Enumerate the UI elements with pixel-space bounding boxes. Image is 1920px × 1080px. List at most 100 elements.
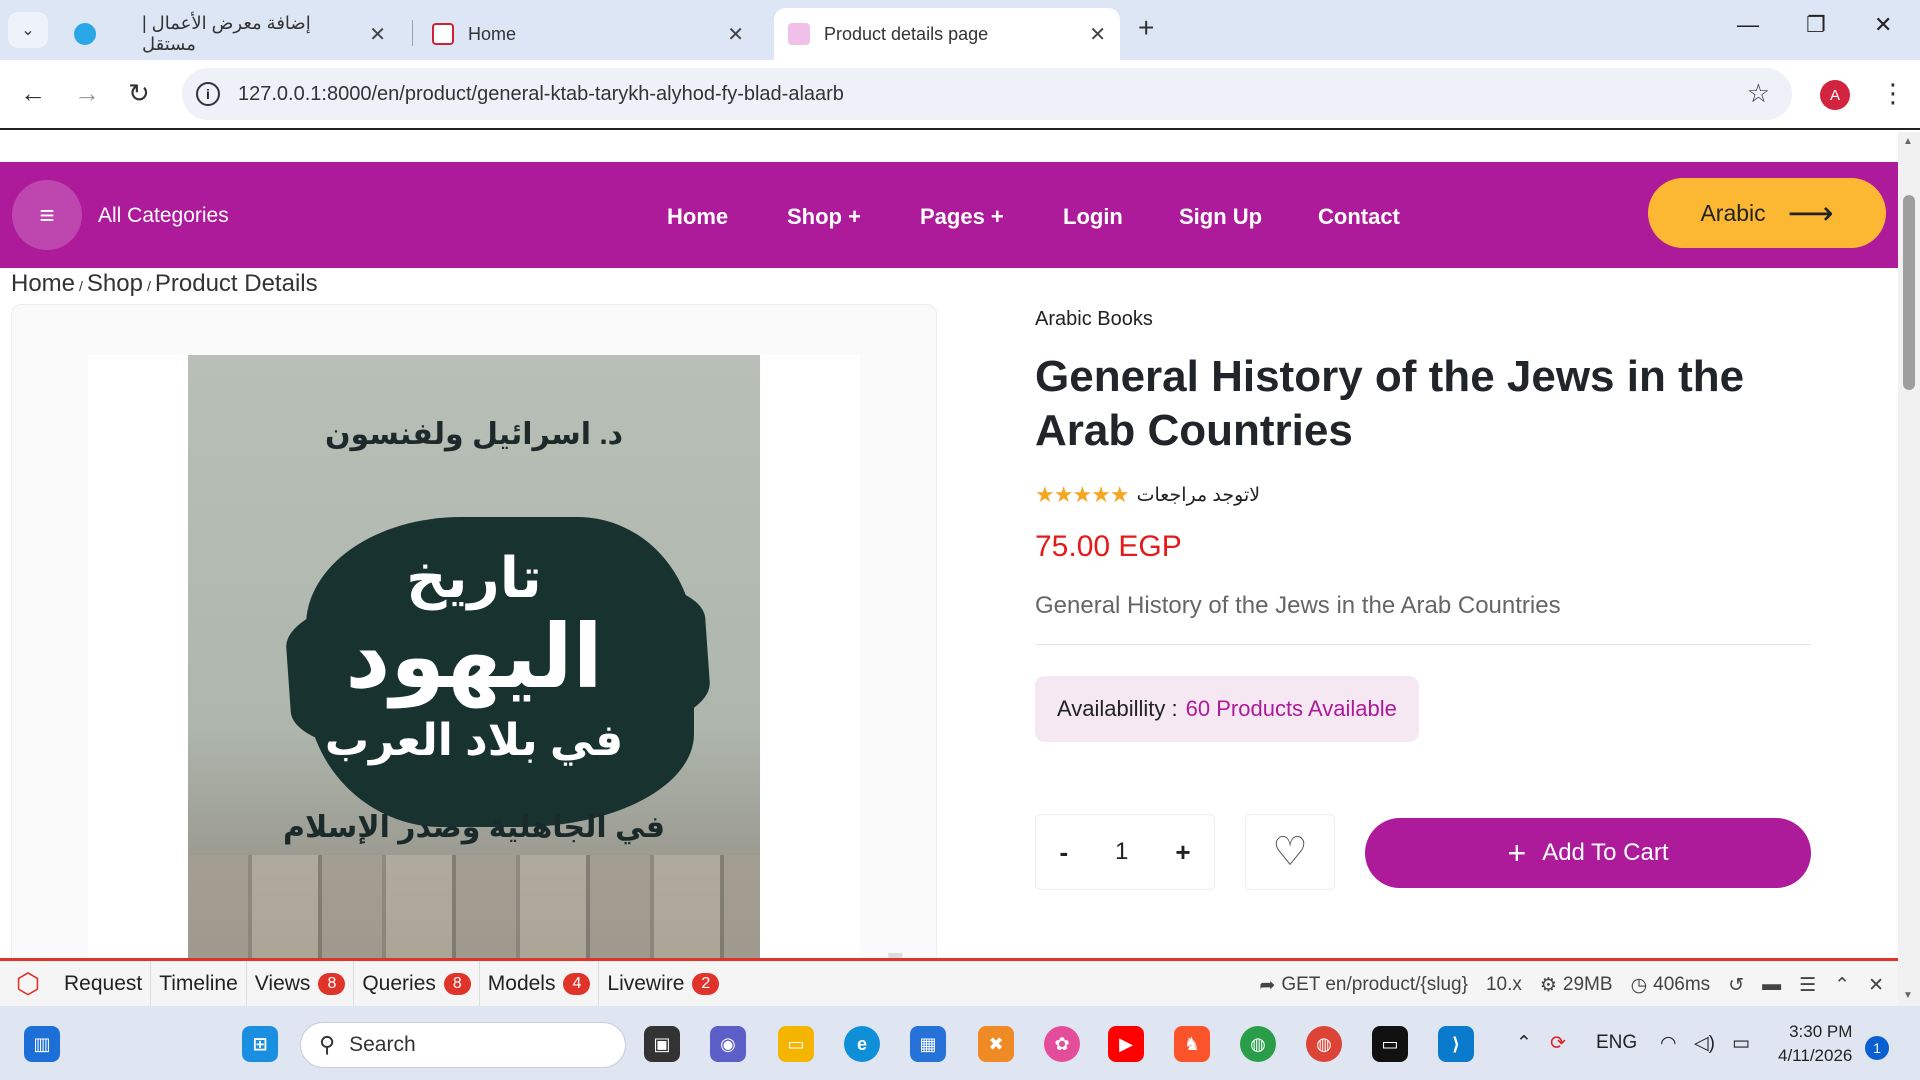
language-label: Arabic (1700, 199, 1766, 226)
youtube-icon[interactable]: ▶ (1108, 1026, 1144, 1062)
close-tab-icon[interactable]: ✕ (727, 22, 744, 47)
widgets-icon[interactable]: ▥ (24, 1026, 60, 1062)
close-window-icon[interactable]: ✕ (1874, 12, 1892, 38)
browser-menu-icon[interactable]: ⋮ (1880, 78, 1906, 109)
vscode-icon[interactable]: ⟩ (1438, 1026, 1474, 1062)
teams-icon[interactable]: ◉ (710, 1026, 746, 1062)
xampp-icon[interactable]: ✖ (978, 1026, 1014, 1062)
mostaql-favicon-icon (74, 23, 96, 45)
taskbar-search-input[interactable]: ⚲ Search (300, 1022, 626, 1068)
debug-tab-queries[interactable]: Queries 8 (354, 961, 480, 1006)
count-badge: 2 (692, 972, 720, 995)
tab-mostaql[interactable]: إضافة معرض الأعمال | مستقل ✕ (60, 8, 400, 60)
clock-time: 3:30 PM (1789, 1022, 1853, 1041)
file-explorer-icon[interactable]: ▭ (778, 1026, 814, 1062)
photos-icon[interactable]: ✿ (1044, 1026, 1080, 1062)
debug-tab-label: Models (487, 971, 556, 995)
reviews-text: لاتوجد مراجعات (1136, 484, 1261, 506)
availability-label: Availabillity : (1057, 696, 1178, 721)
profile-avatar[interactable]: A (1820, 80, 1850, 110)
task-view-icon[interactable]: ▣ (644, 1026, 680, 1062)
categories-menu-icon[interactable]: ≡ (12, 180, 82, 250)
language-indicator[interactable]: ENG (1596, 1032, 1637, 1054)
wishlist-heart-icon[interactable]: ♡ (1245, 814, 1335, 890)
nav-pages[interactable]: Pages + (920, 204, 1004, 230)
bookmark-star-icon[interactable]: ☆ (1747, 78, 1770, 109)
nav-home[interactable]: Home (667, 204, 728, 230)
tray-chevron-up-icon[interactable]: ⌃ (1516, 1032, 1532, 1055)
all-categories-label[interactable]: All Categories (98, 204, 229, 228)
clock-date: 4/11/2026 (1778, 1046, 1853, 1065)
url-text[interactable]: 127.0.0.1:8000/en/product/general-ktab-t… (238, 83, 844, 106)
quantity-value[interactable]: 1 (1115, 838, 1128, 866)
wifi-icon[interactable]: ◠ (1660, 1032, 1677, 1055)
nav-login[interactable]: Login (1063, 204, 1123, 230)
debug-tab-label: Livewire (607, 971, 685, 995)
os-taskbar: ▥ ⊞ ⚲ Search ▣ ◉ ▭ e ▦ ✖ ✿ ▶ ♞ ◍ ◍ ▭ ⟩ ⌃… (0, 1006, 1920, 1080)
terminal-icon[interactable]: ▭ (1372, 1026, 1408, 1062)
arrow-right-icon: ⟶ (1787, 195, 1834, 231)
scrollbar-thumb[interactable] (1903, 195, 1915, 390)
minimize-icon[interactable]: — (1737, 12, 1759, 38)
close-tab-icon[interactable]: ✕ (1089, 22, 1106, 47)
debug-tab-models[interactable]: Models 4 (480, 961, 600, 1006)
tab-title: Home (468, 23, 517, 44)
new-tab-button[interactable]: + (1138, 12, 1154, 44)
gear-icon: ⚙ (1539, 974, 1557, 996)
breadcrumb-home[interactable]: Home (11, 270, 75, 297)
restore-icon[interactable]: ❐ (1806, 12, 1826, 38)
scroll-up-icon[interactable]: ▲ (1903, 136, 1913, 147)
reload-icon[interactable]: ↻ (128, 78, 150, 109)
breadcrumb-shop[interactable]: Shop (87, 270, 143, 297)
scroll-down-icon[interactable]: ▼ (1903, 990, 1913, 1001)
history-icon[interactable]: ↺ (1728, 974, 1744, 997)
chrome-icon[interactable]: ◍ (1306, 1026, 1342, 1062)
tab-home[interactable]: Home ✕ (418, 8, 758, 60)
debug-tab-livewire[interactable]: Livewire 2 (599, 961, 727, 1006)
debug-tab-request[interactable]: Request (56, 961, 152, 1006)
decrease-quantity-button[interactable]: - (1059, 837, 1068, 868)
site-info-icon[interactable]: i (196, 82, 220, 106)
book-cover-image[interactable]: د. اسرائيل ولفنسون تاريخ اليهود في بلاد … (188, 355, 760, 958)
debug-tab-label: Views (254, 971, 311, 995)
tab-product-details[interactable]: Product details page ✕ (774, 8, 1120, 60)
notification-badge[interactable]: 1 (1865, 1036, 1889, 1060)
forward-arrow-icon[interactable]: → (74, 78, 100, 109)
settings-sliders-icon[interactable]: ☰ (1799, 974, 1816, 997)
count-badge: 4 (563, 972, 591, 995)
brave-icon[interactable]: ♞ (1174, 1026, 1210, 1062)
close-tab-icon[interactable]: ✕ (369, 22, 386, 47)
nav-shop[interactable]: Shop + (787, 204, 861, 230)
chrome-profile-icon[interactable]: ◍ (1240, 1026, 1276, 1062)
edge-icon[interactable]: e (844, 1026, 880, 1062)
volume-icon[interactable]: ◁) (1694, 1032, 1715, 1055)
sync-icon[interactable]: ⟳ (1550, 1032, 1566, 1055)
laravel-logo-icon[interactable]: ⬡ (0, 967, 56, 1000)
folder-icon[interactable]: ▬ (1762, 974, 1781, 996)
taskbar-clock[interactable]: 3:30 PM 4/11/2026 (1778, 1020, 1852, 1068)
language-button[interactable]: Arabic ⟶ (1648, 178, 1886, 248)
debug-tab-views[interactable]: Views 8 (247, 961, 355, 1006)
address-bar[interactable]: i 127.0.0.1:8000/en/product/general-ktab… (182, 68, 1792, 120)
product-category[interactable]: Arabic Books (1035, 308, 1153, 331)
debug-bar: ⬡ Request Timeline Views 8 Queries 8 Model… (0, 958, 1898, 1006)
cover-subtitle: في الجاهلية وصدر الإسلام (282, 811, 666, 844)
chevron-up-icon[interactable]: ⌃ (1834, 974, 1850, 997)
debug-version: 10.x (1485, 974, 1522, 995)
add-to-cart-button[interactable]: + Add To Cart (1365, 818, 1811, 888)
cover-author: د. اسرائيل ولفنسون (324, 418, 624, 451)
store-icon[interactable]: ▦ (910, 1026, 946, 1062)
increase-quantity-button[interactable]: + (1175, 837, 1190, 868)
nav-contact[interactable]: Contact (1318, 204, 1400, 230)
windows-start-icon[interactable]: ⊞ (242, 1026, 278, 1062)
close-icon[interactable]: ✕ (1868, 974, 1884, 997)
back-arrow-icon[interactable]: ← (20, 78, 46, 109)
divider (1035, 644, 1811, 645)
battery-icon[interactable]: ▭ (1732, 1032, 1750, 1055)
debug-tab-timeline[interactable]: Timeline (151, 961, 247, 1006)
cover-title-line: في بلاد العرب (324, 716, 624, 765)
nav-signup[interactable]: Sign Up (1179, 204, 1262, 230)
debug-route[interactable]: GET en/product/{slug} (1281, 974, 1468, 996)
add-to-cart-label: Add To Cart (1542, 839, 1669, 866)
tab-search-button[interactable]: ⌄ (8, 12, 48, 48)
